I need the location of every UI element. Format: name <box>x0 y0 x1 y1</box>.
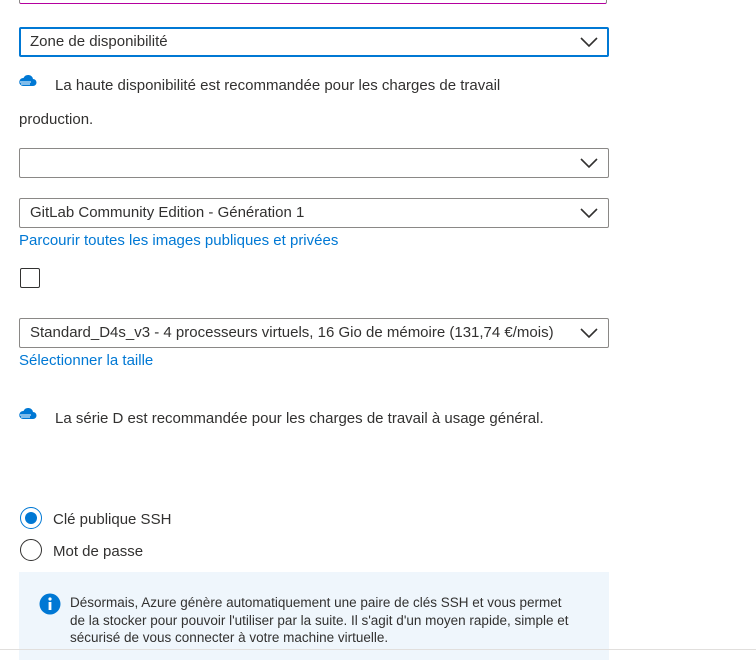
browse-images-link[interactable]: Parcourir toutes les images publiques et… <box>19 232 338 249</box>
size-selected-value: Standard_D4s_v3 - 4 processeurs virtuels… <box>30 324 554 341</box>
info-icon <box>39 593 61 615</box>
ssh-info-text: Désormais, Azure génère automatiquement … <box>70 595 569 645</box>
availability-options-select[interactable]: Zone de disponibilité <box>19 27 609 57</box>
size-select[interactable]: Standard_D4s_v3 - 4 processeurs virtuels… <box>19 318 609 348</box>
bottom-divider <box>0 649 756 650</box>
image-selected-value: GitLab Community Edition - Génération 1 <box>30 204 305 221</box>
chevron-down-icon <box>580 158 598 169</box>
radio-ssh-public-key-label[interactable]: Clé publique SSH <box>53 511 171 528</box>
chevron-down-icon <box>580 37 598 48</box>
ssh-info-box: Désormais, Azure génère automatiquement … <box>19 572 609 660</box>
vm-create-form: Zone de disponibilité La haute disponibi… <box>0 0 756 660</box>
radio-ssh-public-key[interactable] <box>20 507 42 529</box>
ha-note-line2: production. <box>19 111 94 128</box>
availability-selected-value: Zone de disponibilité <box>30 33 168 50</box>
chevron-down-icon <box>580 208 598 219</box>
chevron-down-icon <box>580 328 598 339</box>
partial-text-input[interactable] <box>19 0 607 4</box>
azure-spot-checkbox[interactable] <box>20 268 40 288</box>
cloud-icon <box>19 407 37 419</box>
radio-password-label[interactable]: Mot de passe <box>53 543 143 560</box>
image-select[interactable]: GitLab Community Edition - Génération 1 <box>19 198 609 228</box>
d-series-note: La série D est recommandée pour les char… <box>55 410 544 427</box>
select-size-link[interactable]: Sélectionner la taille <box>19 352 153 369</box>
cloud-icon <box>19 74 37 86</box>
empty-select[interactable] <box>19 148 609 178</box>
radio-password[interactable] <box>20 539 42 561</box>
ha-note-line1: La haute disponibilité est recommandée p… <box>55 77 501 94</box>
